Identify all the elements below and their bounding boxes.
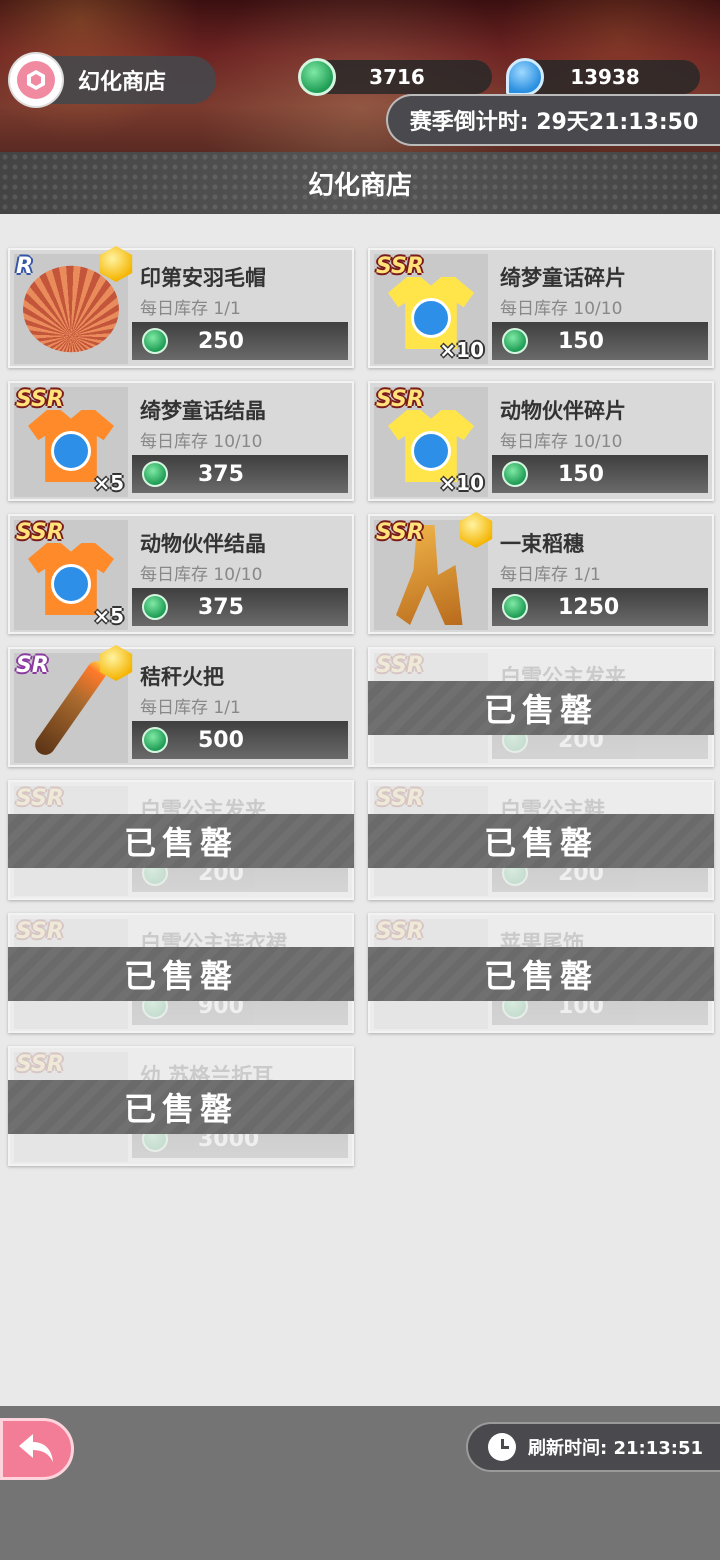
item-stock: 每日库存 10/10 — [500, 299, 623, 319]
item-price: 500 — [198, 727, 244, 753]
rarity-label: SSR — [376, 786, 424, 811]
page-title-strip: 幻化商店 — [0, 152, 720, 214]
item-quantity: ×10 — [439, 471, 484, 495]
item-stock: 每日库存 1/1 — [140, 299, 241, 319]
gem-currency[interactable]: 3716 — [298, 58, 492, 96]
refresh-time-text: 刷新时间: 21:13:51 — [528, 1438, 704, 1459]
shop-item-card-sold[interactable]: SSR 白雪公主连衣裙 900 已售罄 — [8, 913, 354, 1033]
shop-item-card-sold[interactable]: SSR 白雪公主发夹 200 已售罄 — [368, 647, 714, 767]
rarity-label: SSR — [16, 1052, 64, 1077]
shop-item-card[interactable]: R 印第安羽毛帽每日库存 1/1 250 — [8, 246, 354, 368]
item-price: 150 — [558, 328, 604, 354]
shop-title-pill[interactable]: 幻化商店 — [8, 54, 216, 106]
price-button[interactable]: 1250 — [492, 588, 708, 626]
shop-item-card-sold[interactable]: SSR 苹果尾饰 100 已售罄 — [368, 913, 714, 1033]
gem-icon — [298, 58, 336, 96]
item-thumbnail: SSR ×5 — [14, 520, 128, 630]
gem-icon — [142, 461, 168, 487]
item-name: 一束稻穗 — [500, 532, 584, 556]
item-thumbnail: SSR ×10 — [374, 254, 488, 364]
gem-icon — [502, 594, 528, 620]
shop-item-card[interactable]: SSR ×5 动物伙伴结晶每日库存 10/10 375 — [8, 514, 354, 634]
drop-currency[interactable]: 13938 — [506, 58, 700, 96]
shop-item-card[interactable]: SSR ×10 动物伙伴碎片每日库存 10/10 150 — [368, 381, 714, 501]
item-name: 绮梦童话结晶 — [140, 399, 266, 423]
price-button[interactable]: 375 — [132, 588, 348, 626]
shop-item-card[interactable]: SR 秸秆火把每日库存 1/1 500 — [8, 645, 354, 767]
sold-out-banner: 已售罄 — [8, 814, 354, 868]
back-button[interactable] — [0, 1418, 74, 1480]
item-name: 秸秆火把 — [140, 665, 224, 689]
item-price: 1250 — [558, 594, 620, 620]
sold-out-banner: 已售罄 — [8, 1080, 354, 1134]
season-countdown-text: 赛季倒计时: 29天21:13:50 — [409, 110, 699, 135]
item-price: 375 — [198, 594, 244, 620]
back-arrow-icon — [19, 1434, 53, 1462]
sold-out-banner: 已售罄 — [368, 814, 714, 868]
refresh-timer: 刷新时间: 21:13:51 — [468, 1424, 720, 1470]
rarity-label: SR — [16, 653, 49, 678]
rarity-label: SSR — [376, 254, 424, 279]
item-price: 375 — [198, 461, 244, 487]
item-price: 150 — [558, 461, 604, 487]
gem-icon — [502, 328, 528, 354]
price-button[interactable]: 150 — [492, 322, 708, 360]
gem-icon — [142, 594, 168, 620]
rarity-label: SSR — [376, 520, 424, 545]
item-quantity: ×5 — [93, 604, 124, 628]
item-stock: 每日库存 1/1 — [140, 698, 241, 718]
season-countdown: 赛季倒计时: 29天21:13:50 — [388, 96, 720, 144]
item-stock: 每日库存 10/10 — [140, 565, 263, 585]
clock-icon — [488, 1433, 516, 1461]
item-stock: 每日库存 10/10 — [500, 432, 623, 452]
gem-icon — [142, 328, 168, 354]
shop-item-card[interactable]: SSR ×5 绮梦童话结晶每日库存 10/10 375 — [8, 381, 354, 501]
drop-count: 13938 — [570, 65, 640, 89]
price-button[interactable]: 375 — [132, 455, 348, 493]
rarity-label: R — [16, 254, 33, 279]
rarity-label: SSR — [376, 387, 424, 412]
price-button[interactable]: 150 — [492, 455, 708, 493]
sold-out-banner: 已售罄 — [368, 681, 714, 735]
item-quantity: ×10 — [439, 338, 484, 362]
item-thumbnail: SSR ×10 — [374, 387, 488, 497]
price-button[interactable]: 250 — [132, 322, 348, 360]
item-name: 绮梦童话碎片 — [500, 266, 626, 290]
item-stock: 每日库存 10/10 — [140, 432, 263, 452]
spirit-drop-icon — [506, 58, 544, 96]
page-title: 幻化商店 — [307, 170, 412, 201]
shop-item-card-sold[interactable]: SSR 白雪公主发夹 200 已售罄 — [8, 780, 354, 900]
item-price: 250 — [198, 328, 244, 354]
bottom-bar: 刷新时间: 21:13:51 — [0, 1406, 720, 1560]
sold-out-banner: 已售罄 — [8, 947, 354, 1001]
rarity-label: SSR — [376, 653, 424, 678]
shop-item-card-sold[interactable]: SSR 白雪公主鞋 200 已售罄 — [368, 780, 714, 900]
gem-count: 3716 — [369, 65, 425, 89]
item-stock: 每日库存 1/1 — [500, 565, 601, 585]
top-banner: 幻化商店 3716 13938 赛季倒计时: 29天21:13:50 — [0, 0, 720, 152]
shop-item-card-sold[interactable]: SSR 幼 苏格兰折耳 3000 已售罄 — [8, 1046, 354, 1166]
rarity-label: SSR — [16, 520, 64, 545]
rarity-label: SSR — [16, 919, 64, 944]
item-thumbnail: SSR ×5 — [14, 387, 128, 497]
shop-item-card[interactable]: SSR 一束稻穗每日库存 1/1 1250 — [368, 512, 714, 634]
gem-icon — [502, 461, 528, 487]
shop-title-label: 幻化商店 — [78, 70, 167, 95]
item-name: 印第安羽毛帽 — [140, 266, 266, 290]
price-button[interactable]: 500 — [132, 721, 348, 759]
sold-out-banner: 已售罄 — [368, 947, 714, 1001]
rarity-label: SSR — [16, 387, 64, 412]
shop-logo-icon — [10, 54, 62, 106]
rarity-label: SSR — [376, 919, 424, 944]
item-quantity: ×5 — [93, 471, 124, 495]
item-name: 动物伙伴结晶 — [140, 532, 266, 556]
gem-icon — [142, 727, 168, 753]
item-name: 动物伙伴碎片 — [500, 399, 626, 423]
rarity-label: SSR — [16, 786, 64, 811]
shop-item-card[interactable]: SSR ×10 绮梦童话碎片每日库存 10/10 150 — [368, 248, 714, 368]
